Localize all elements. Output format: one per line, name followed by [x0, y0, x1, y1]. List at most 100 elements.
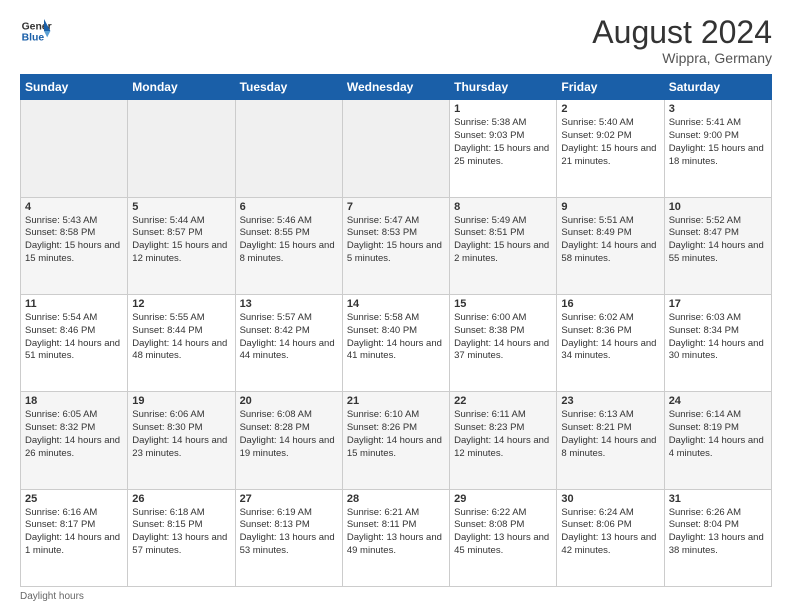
sunrise-label: Sunrise: 5:40 AM: [561, 117, 633, 128]
calendar-cell: 8 Sunrise: 5:49 AM Sunset: 8:51 PM Dayli…: [450, 197, 557, 294]
weekday-header-saturday: Saturday: [664, 75, 771, 100]
calendar-cell: 16 Sunrise: 6:02 AM Sunset: 8:36 PM Dayl…: [557, 294, 664, 391]
sunrise-label: Sunrise: 6:18 AM: [132, 507, 204, 518]
day-number: 10: [669, 201, 767, 213]
day-number: 30: [561, 493, 659, 505]
day-info: Sunrise: 6:03 AM Sunset: 8:34 PM Dayligh…: [669, 312, 767, 363]
day-number: 27: [240, 493, 338, 505]
day-info: Sunrise: 5:43 AM Sunset: 8:58 PM Dayligh…: [25, 215, 123, 266]
calendar-cell: 26 Sunrise: 6:18 AM Sunset: 8:15 PM Dayl…: [128, 489, 235, 586]
weekday-header-row: SundayMondayTuesdayWednesdayThursdayFrid…: [21, 75, 772, 100]
day-number: 1: [454, 103, 552, 115]
calendar-cell: 6 Sunrise: 5:46 AM Sunset: 8:55 PM Dayli…: [235, 197, 342, 294]
sunset-label: Sunset: 8:13 PM: [240, 519, 310, 530]
sunset-label: Sunset: 8:53 PM: [347, 227, 417, 238]
calendar-cell: 28 Sunrise: 6:21 AM Sunset: 8:11 PM Dayl…: [342, 489, 449, 586]
sunset-label: Sunset: 8:38 PM: [454, 325, 524, 336]
day-info: Sunrise: 5:38 AM Sunset: 9:03 PM Dayligh…: [454, 117, 552, 168]
sunset-label: Sunset: 8:30 PM: [132, 422, 202, 433]
sunrise-label: Sunrise: 5:47 AM: [347, 215, 419, 226]
day-number: 31: [669, 493, 767, 505]
sunset-label: Sunset: 8:19 PM: [669, 422, 739, 433]
daylight-label: Daylight: 15 hours and 5 minutes.: [347, 240, 442, 264]
daylight-label: Daylight: 15 hours and 25 minutes.: [454, 143, 549, 167]
day-info: Sunrise: 5:54 AM Sunset: 8:46 PM Dayligh…: [25, 312, 123, 363]
logo: General Blue: [20, 15, 52, 47]
sunrise-label: Sunrise: 6:11 AM: [454, 409, 526, 420]
daylight-label: Daylight: 13 hours and 57 minutes.: [132, 532, 227, 556]
sunset-label: Sunset: 8:34 PM: [669, 325, 739, 336]
day-info: Sunrise: 5:52 AM Sunset: 8:47 PM Dayligh…: [669, 215, 767, 266]
daylight-label: Daylight: 14 hours and 34 minutes.: [561, 338, 656, 362]
sunrise-label: Sunrise: 6:24 AM: [561, 507, 633, 518]
day-number: 19: [132, 395, 230, 407]
sunset-label: Sunset: 8:36 PM: [561, 325, 631, 336]
sunrise-label: Sunrise: 6:22 AM: [454, 507, 526, 518]
day-number: 5: [132, 201, 230, 213]
sunrise-label: Sunrise: 6:14 AM: [669, 409, 741, 420]
daylight-label: Daylight: 15 hours and 8 minutes.: [240, 240, 335, 264]
daylight-label: Daylight: 14 hours and 15 minutes.: [347, 435, 442, 459]
calendar-cell: 25 Sunrise: 6:16 AM Sunset: 8:17 PM Dayl…: [21, 489, 128, 586]
day-number: 6: [240, 201, 338, 213]
logo-icon: General Blue: [20, 15, 52, 47]
sunset-label: Sunset: 9:00 PM: [669, 130, 739, 141]
title-block: August 2024 Wippra, Germany: [592, 15, 772, 66]
day-info: Sunrise: 6:02 AM Sunset: 8:36 PM Dayligh…: [561, 312, 659, 363]
day-number: 20: [240, 395, 338, 407]
calendar-cell: 2 Sunrise: 5:40 AM Sunset: 9:02 PM Dayli…: [557, 100, 664, 197]
sunrise-label: Sunrise: 5:49 AM: [454, 215, 526, 226]
daylight-label: Daylight: 14 hours and 37 minutes.: [454, 338, 549, 362]
daylight-label: Daylight: 14 hours and 1 minute.: [25, 532, 120, 556]
sunset-label: Sunset: 9:02 PM: [561, 130, 631, 141]
calendar-cell: 12 Sunrise: 5:55 AM Sunset: 8:44 PM Dayl…: [128, 294, 235, 391]
daylight-label: Daylight: 13 hours and 45 minutes.: [454, 532, 549, 556]
day-number: 4: [25, 201, 123, 213]
calendar-cell: 19 Sunrise: 6:06 AM Sunset: 8:30 PM Dayl…: [128, 392, 235, 489]
sunrise-label: Sunrise: 6:19 AM: [240, 507, 312, 518]
calendar-cell: 22 Sunrise: 6:11 AM Sunset: 8:23 PM Dayl…: [450, 392, 557, 489]
calendar-cell: 4 Sunrise: 5:43 AM Sunset: 8:58 PM Dayli…: [21, 197, 128, 294]
sunrise-label: Sunrise: 5:54 AM: [25, 312, 97, 323]
header: General Blue August 2024 Wippra, Germany: [20, 15, 772, 66]
daylight-label: Daylight: 14 hours and 30 minutes.: [669, 338, 764, 362]
sunrise-label: Sunrise: 5:38 AM: [454, 117, 526, 128]
sunset-label: Sunset: 8:44 PM: [132, 325, 202, 336]
sunrise-label: Sunrise: 6:10 AM: [347, 409, 419, 420]
day-info: Sunrise: 6:18 AM Sunset: 8:15 PM Dayligh…: [132, 507, 230, 558]
day-info: Sunrise: 6:10 AM Sunset: 8:26 PM Dayligh…: [347, 409, 445, 460]
weekday-header-tuesday: Tuesday: [235, 75, 342, 100]
daylight-label: Daylight: 15 hours and 21 minutes.: [561, 143, 656, 167]
day-info: Sunrise: 6:16 AM Sunset: 8:17 PM Dayligh…: [25, 507, 123, 558]
sunset-label: Sunset: 8:32 PM: [25, 422, 95, 433]
calendar-cell: 31 Sunrise: 6:26 AM Sunset: 8:04 PM Dayl…: [664, 489, 771, 586]
footer-note: Daylight hours: [20, 591, 772, 602]
daylight-label: Daylight: 15 hours and 18 minutes.: [669, 143, 764, 167]
sunset-label: Sunset: 8:23 PM: [454, 422, 524, 433]
week-row-3: 11 Sunrise: 5:54 AM Sunset: 8:46 PM Dayl…: [21, 294, 772, 391]
sunset-label: Sunset: 8:06 PM: [561, 519, 631, 530]
calendar-cell: 11 Sunrise: 5:54 AM Sunset: 8:46 PM Dayl…: [21, 294, 128, 391]
sunset-label: Sunset: 8:21 PM: [561, 422, 631, 433]
calendar-cell: 17 Sunrise: 6:03 AM Sunset: 8:34 PM Dayl…: [664, 294, 771, 391]
calendar-cell: [235, 100, 342, 197]
day-info: Sunrise: 6:05 AM Sunset: 8:32 PM Dayligh…: [25, 409, 123, 460]
day-number: 8: [454, 201, 552, 213]
day-info: Sunrise: 5:49 AM Sunset: 8:51 PM Dayligh…: [454, 215, 552, 266]
day-number: 29: [454, 493, 552, 505]
day-info: Sunrise: 6:19 AM Sunset: 8:13 PM Dayligh…: [240, 507, 338, 558]
sunset-label: Sunset: 8:42 PM: [240, 325, 310, 336]
sunrise-label: Sunrise: 5:57 AM: [240, 312, 312, 323]
sunrise-label: Sunrise: 5:46 AM: [240, 215, 312, 226]
day-number: 16: [561, 298, 659, 310]
sunset-label: Sunset: 9:03 PM: [454, 130, 524, 141]
calendar-cell: 13 Sunrise: 5:57 AM Sunset: 8:42 PM Dayl…: [235, 294, 342, 391]
page: General Blue August 2024 Wippra, Germany…: [0, 0, 792, 612]
day-number: 12: [132, 298, 230, 310]
calendar-cell: 24 Sunrise: 6:14 AM Sunset: 8:19 PM Dayl…: [664, 392, 771, 489]
day-info: Sunrise: 5:41 AM Sunset: 9:00 PM Dayligh…: [669, 117, 767, 168]
calendar-cell: 10 Sunrise: 5:52 AM Sunset: 8:47 PM Dayl…: [664, 197, 771, 294]
daylight-label: Daylight: 15 hours and 12 minutes.: [132, 240, 227, 264]
calendar-cell: 15 Sunrise: 6:00 AM Sunset: 8:38 PM Dayl…: [450, 294, 557, 391]
daylight-label: Daylight: 14 hours and 55 minutes.: [669, 240, 764, 264]
